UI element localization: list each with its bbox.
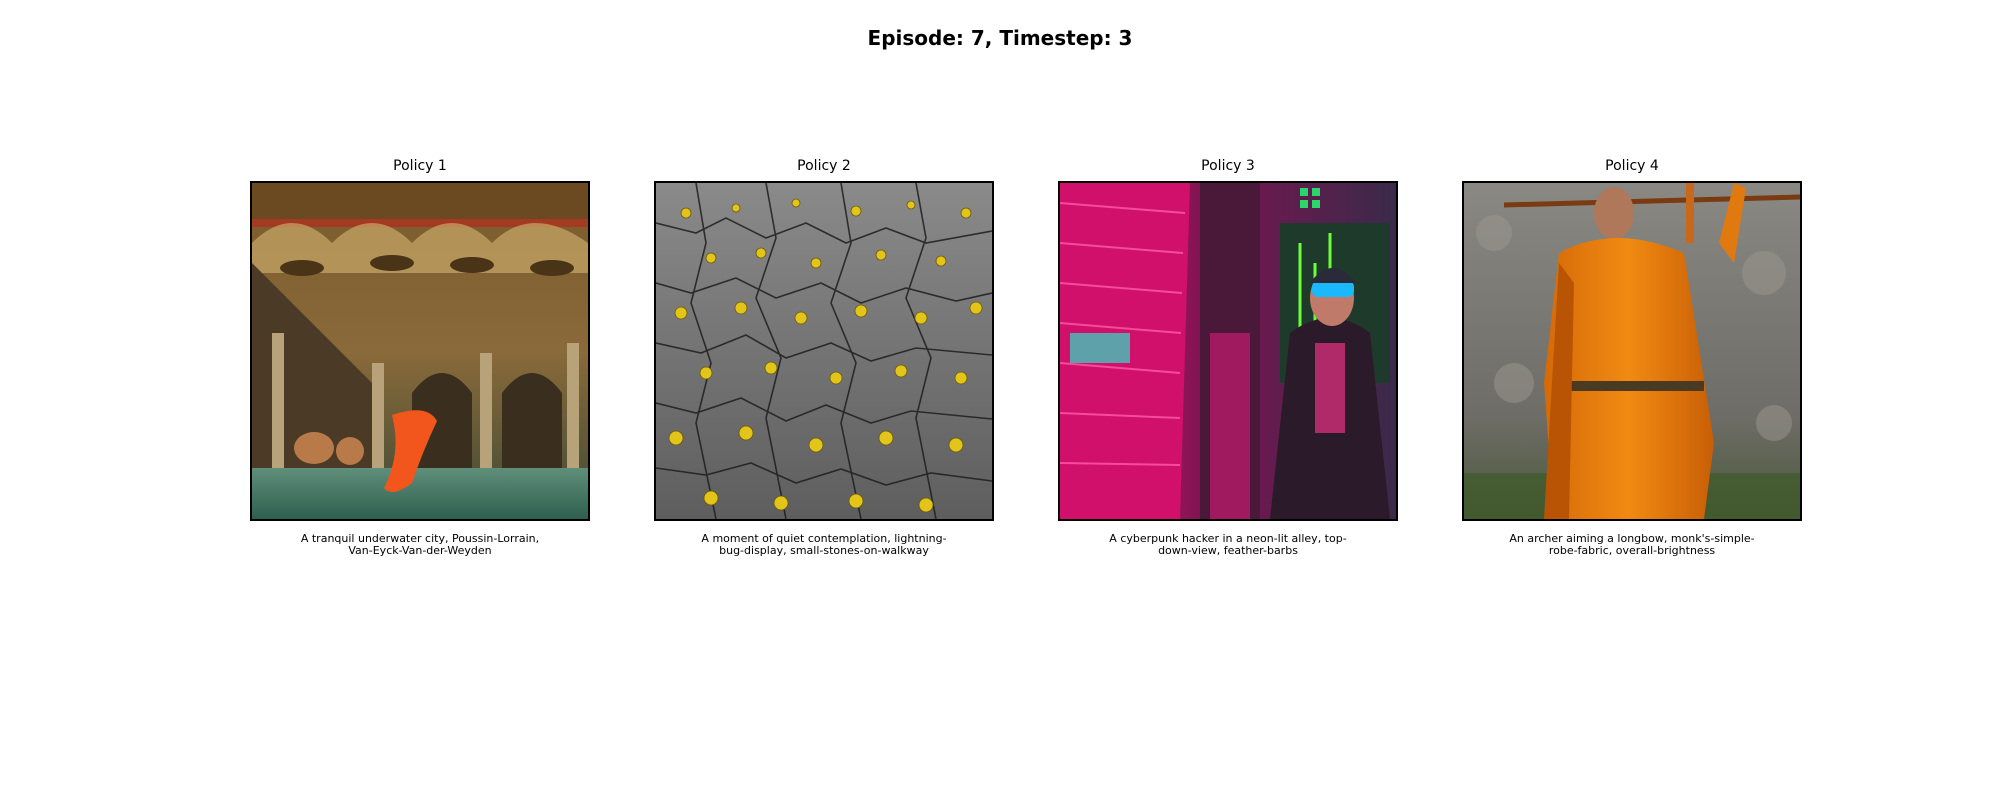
policy-panel-1: Policy 1 A tranquil underwater city, Pou… [250,157,590,557]
policy-panel-4: Policy 4 An archer aiming a longbow, mon… [1462,157,1802,557]
panel-caption: A cyberpunk hacker in a neon-lit alley, … [1109,532,1347,557]
neon-cyberpunk-hacker-image [1058,181,1398,521]
orange-robed-monk-archer-image [1462,181,1802,521]
panel-title: Policy 4 [1605,158,1659,174]
panel-caption: A moment of quiet contemplation, lightni… [701,532,947,557]
cracked-stone-yellow-dots-image [654,181,994,521]
policy-panel-3: Policy 3 A cyberpunk hacker in a neon-li… [1058,157,1398,557]
panel-title: Policy 2 [797,158,851,174]
panel-title: Policy 1 [393,158,447,174]
policy-panel-2: Policy 2 A moment of quiet contemplation… [654,157,994,557]
panel-title: Policy 3 [1201,158,1255,174]
panel-caption: A tranquil underwater city, Poussin-Lorr… [300,532,540,557]
panel-caption: An archer aiming a longbow, monk's-simpl… [1509,532,1755,557]
renaissance-flooded-hall-image [250,181,590,521]
figure-title: Episode: 7, Timestep: 3 [867,26,1133,50]
